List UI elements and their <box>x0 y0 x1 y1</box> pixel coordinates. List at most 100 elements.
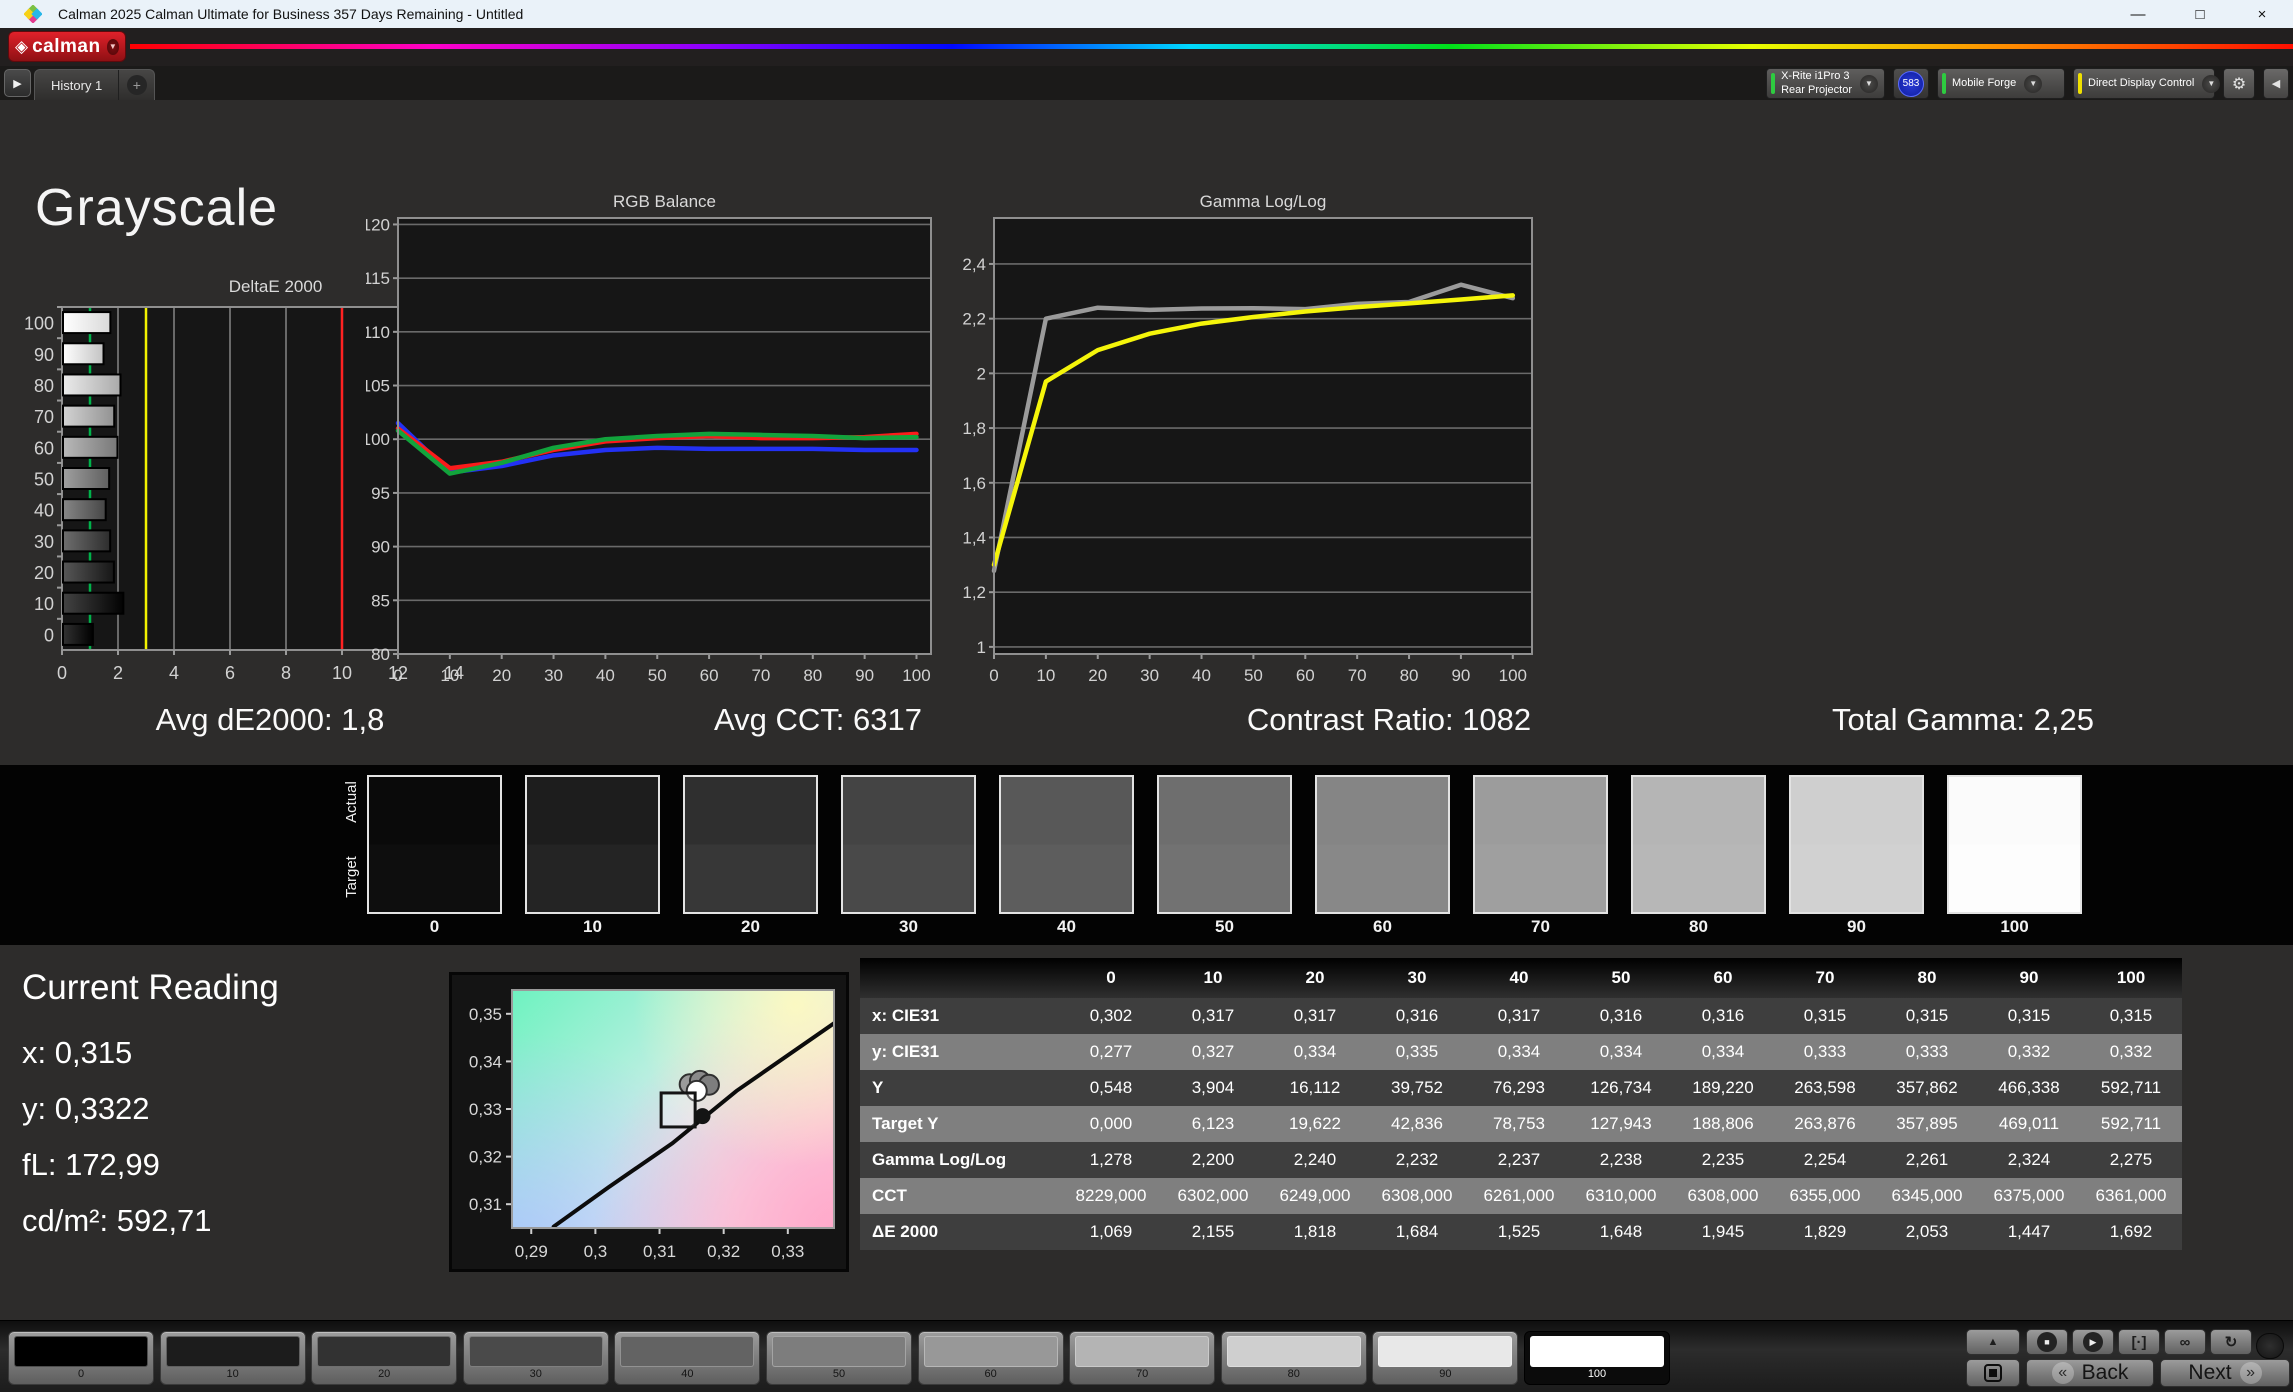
pattern-swatch-20[interactable]: 20 <box>311 1331 458 1385</box>
table-cell: 466,338 <box>1998 1078 2060 1097</box>
table-cell: 1,648 <box>1599 1222 1643 1241</box>
pattern-swatch-label: 20 <box>378 1368 391 1380</box>
table-cell: 0,000 <box>1089 1114 1133 1133</box>
svg-text:80: 80 <box>803 666 822 684</box>
svg-text:100: 100 <box>902 666 930 684</box>
svg-text:2: 2 <box>113 663 123 683</box>
plus-icon: + <box>126 75 147 95</box>
swatch-tile-label: 100 <box>2000 917 2029 936</box>
table-cell: 2,324 <box>2007 1150 2051 1169</box>
maximize-button[interactable]: □ <box>2169 0 2231 28</box>
table-cell: 2,237 <box>1497 1150 1541 1169</box>
pattern-swatch-70[interactable]: 70 <box>1069 1331 1216 1385</box>
back-button[interactable]: « Back <box>2026 1359 2154 1387</box>
measurement-table: 0 10 20 30 40 50 60 70 80 90 100 x: CIE31 0,302 0,317… <box>860 958 2182 1250</box>
meter-status-badge[interactable]: 583 <box>1893 68 1929 99</box>
pattern-window-up-button[interactable]: ▲ <box>1966 1329 2020 1355</box>
svg-text:0: 0 <box>989 666 998 684</box>
add-tab-button[interactable]: + <box>118 70 154 100</box>
svg-text:0,31: 0,31 <box>469 1195 502 1214</box>
pattern-size-button[interactable]: [·] <box>2118 1329 2160 1355</box>
calman-menu-button[interactable]: ◈ calman ▼ <box>8 31 126 62</box>
table-cell: 0,317 <box>1497 1006 1541 1025</box>
table-column-header: 50 <box>1570 958 1672 998</box>
table-row-label: y: CIE31 <box>872 1042 940 1061</box>
stop-button[interactable]: ■ <box>2026 1329 2068 1355</box>
table-cell: 19,622 <box>1289 1114 1341 1133</box>
swatch-tile-40 <box>999 775 1134 914</box>
svg-text:2: 2 <box>977 364 986 383</box>
svg-text:60: 60 <box>34 438 54 458</box>
chevron-right-icon: » <box>2239 1362 2262 1384</box>
table-cell: 6302,000 <box>1177 1186 1249 1205</box>
next-button[interactable]: Next » <box>2160 1359 2290 1387</box>
collapse-panel-button[interactable]: ◀ <box>2263 68 2289 99</box>
pattern-swatch-label: 50 <box>832 1368 846 1380</box>
status-led <box>2256 1333 2284 1359</box>
pattern-swatch-label: 30 <box>529 1368 542 1380</box>
stat-avg-de2000: Avg dE2000: 1,8 <box>155 702 385 737</box>
table-column-header: 30 <box>1366 958 1468 998</box>
table-row: CCT 8229,000 6302,000 6249,000 6308,000 6261,… <box>860 1178 2182 1214</box>
pattern-swatch-color <box>317 1336 452 1367</box>
swatch-tile-label: 90 <box>1847 917 1866 936</box>
svg-text:120: 120 <box>366 216 390 234</box>
table-cell: 1,525 <box>1497 1222 1541 1241</box>
svg-text:80: 80 <box>371 645 390 664</box>
svg-text:20: 20 <box>1088 666 1107 684</box>
table-cell: 0,332 <box>2109 1042 2153 1061</box>
pattern-swatch-0[interactable]: 0 <box>8 1331 154 1385</box>
source-dropdown[interactable]: Mobile Forge ▼ <box>1937 68 2065 99</box>
back-label: Back <box>2081 1361 2129 1384</box>
table-row: Target Y 0,000 6,123 19,622 42,836 78,753 127,… <box>860 1106 2182 1142</box>
pattern-swatch-60[interactable]: 60 <box>917 1331 1064 1385</box>
run-button[interactable]: ▶ <box>4 69 31 97</box>
continuous-measure-button[interactable]: ∞ <box>2164 1329 2206 1355</box>
pattern-swatch-50[interactable]: 50 <box>766 1331 912 1385</box>
table-cell: 6361,000 <box>2095 1186 2167 1205</box>
table-row: Y 0,548 3,904 16,112 39,752 76,293 126,734 189,… <box>860 1070 2182 1106</box>
pattern-swatch-40[interactable]: 40 <box>614 1331 761 1385</box>
chevron-down-icon: ▼ <box>2024 74 2043 93</box>
swatch-tile-label: 40 <box>1057 917 1076 936</box>
table-row: y: CIE31 0,277 0,327 0,334 0,335 0,334 0,334 0,… <box>860 1034 2182 1070</box>
table-cell: 6310,000 <box>1585 1186 1657 1205</box>
table-row-label: Y <box>872 1078 884 1097</box>
table-cell: 0,334 <box>1293 1042 1337 1061</box>
display-control-dropdown[interactable]: Direct Display Control ▼ <box>2073 68 2221 99</box>
table-cell: 1,692 <box>2109 1222 2153 1241</box>
settings-button[interactable]: ⚙ <box>2223 68 2255 99</box>
stat-avg-cct: Avg CCT: 6317 <box>714 702 922 737</box>
table-cell: 8229,000 <box>1075 1186 1147 1205</box>
pattern-swatch-color <box>1530 1336 1664 1367</box>
table-cell: 78,753 <box>1493 1114 1545 1133</box>
calman-logo-icon: ◈ <box>15 36 29 56</box>
table-cell: 2,232 <box>1395 1150 1439 1169</box>
calman-app-icon <box>23 4 43 24</box>
meter-dropdown[interactable]: X-Rite i1Pro 3 Rear Projector ▼ <box>1766 68 1885 99</box>
arrow-up-icon: ▲ <box>1987 1336 1999 1348</box>
table-row-label: Target Y <box>872 1114 939 1133</box>
stat-total-gamma: Total Gamma: 2,25 <box>1832 702 2094 737</box>
pattern-swatch-10[interactable]: 10 <box>159 1331 306 1385</box>
pattern-swatch-80[interactable]: 80 <box>1220 1331 1367 1385</box>
play-button[interactable]: ▶ <box>2072 1329 2114 1355</box>
pattern-swatch-90[interactable]: 90 <box>1372 1331 1519 1385</box>
pattern-window-button[interactable] <box>1966 1359 2020 1387</box>
pattern-swatch-30[interactable]: 30 <box>462 1331 609 1385</box>
table-cell: 3,904 <box>1191 1078 1235 1097</box>
table-cell: 6,123 <box>1191 1114 1235 1133</box>
minimize-button[interactable]: — <box>2107 0 2169 28</box>
chart-title: RGB Balance <box>613 192 716 211</box>
close-button[interactable]: × <box>2231 0 2293 28</box>
table-cell: 0,316 <box>1701 1006 1745 1025</box>
svg-text:40: 40 <box>596 666 615 684</box>
svg-text:10: 10 <box>1036 666 1055 684</box>
svg-text:1,4: 1,4 <box>962 528 986 547</box>
pattern-swatch-100[interactable]: 100 <box>1524 1331 1670 1385</box>
table-cell: 357,895 <box>1896 1114 1958 1133</box>
refresh-button[interactable]: ↻ <box>2210 1329 2252 1355</box>
table-cell: 1,945 <box>1701 1222 1745 1241</box>
tab-history-1[interactable]: History 1 <box>35 70 118 100</box>
swatch-tile-label: 80 <box>1689 917 1708 936</box>
